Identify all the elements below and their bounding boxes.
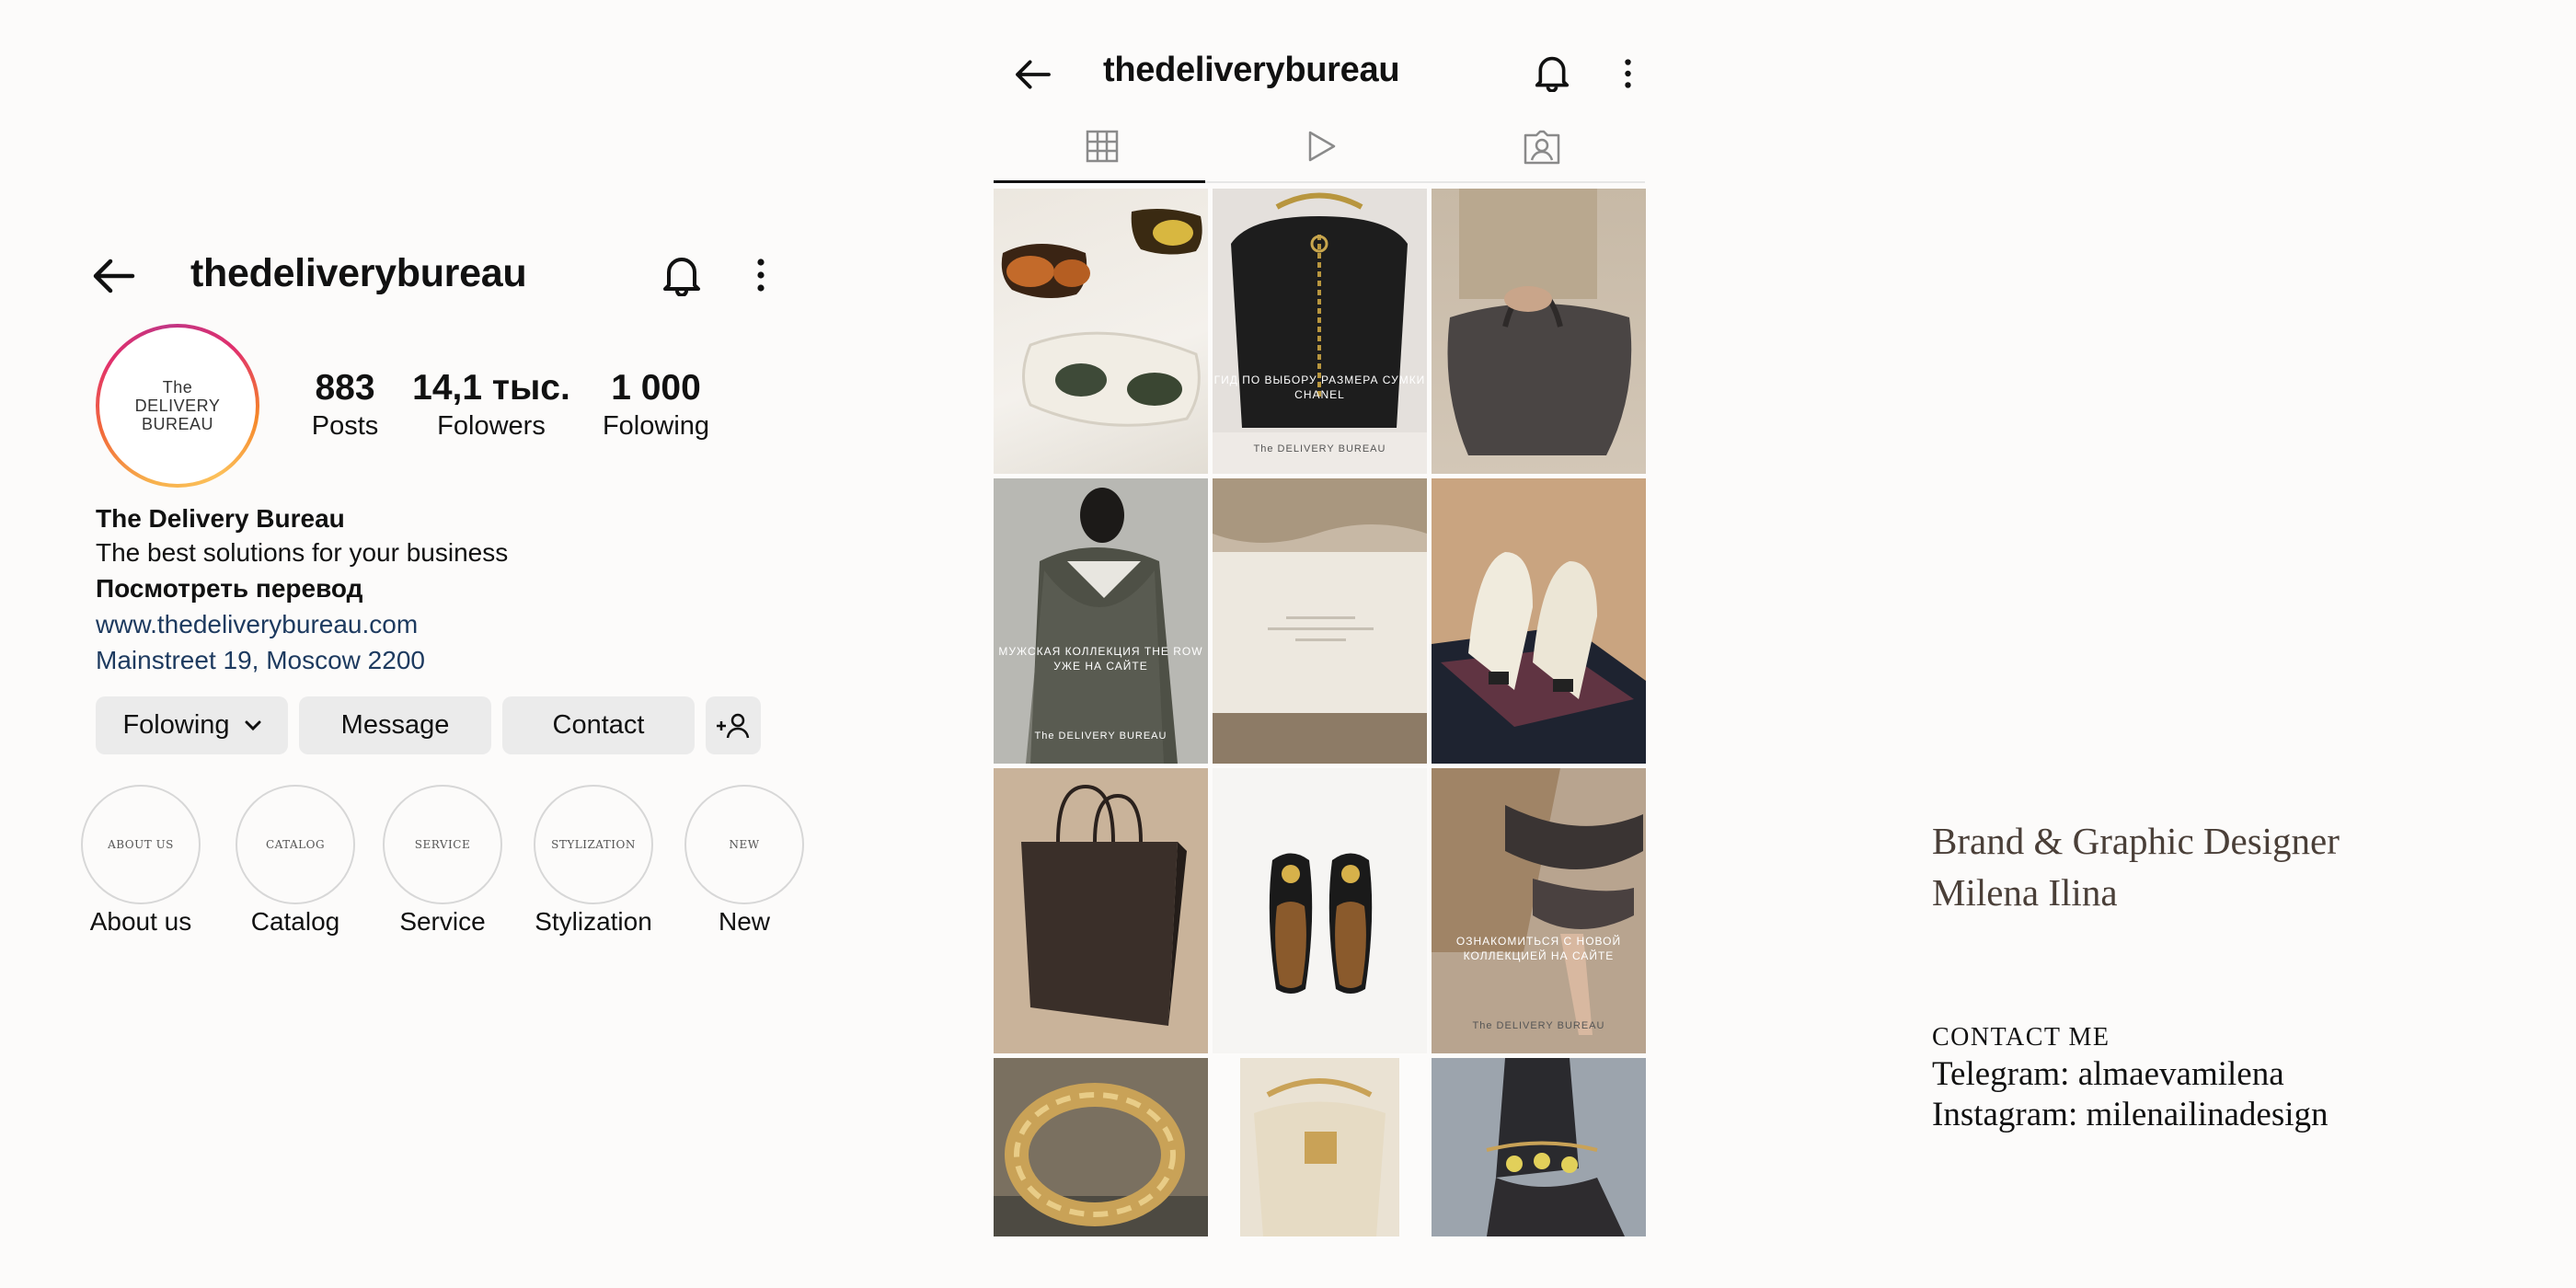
highlight-label: New — [718, 907, 770, 936]
highlight-label: Catalog — [250, 907, 340, 936]
highlight-catalog[interactable]: CATALOG — [236, 785, 355, 904]
chevron-down-icon — [245, 720, 261, 731]
following-button-label: Folowing — [122, 710, 230, 740]
message-button[interactable]: Message — [299, 696, 491, 754]
post-chanel-bag[interactable]: ГИД ПО ВЫБОРУ РАЗМЕРА СУМКИ CHANEL The D… — [1213, 189, 1427, 474]
designer-block: Brand & Graphic Designer Milena Ilina — [1932, 815, 2340, 918]
post-invitation-card[interactable] — [1213, 478, 1427, 764]
avatar-logo-line1: The — [162, 378, 193, 397]
designer-name: Milena Ilina — [1932, 871, 2118, 914]
message-button-label: Message — [340, 710, 450, 740]
post-trench-bag[interactable] — [1432, 189, 1646, 474]
tagged-tab-icon[interactable] — [1524, 130, 1560, 165]
post-brand-text: The DELIVERY BUREAU — [1253, 443, 1386, 454]
bell-icon[interactable] — [1535, 53, 1570, 92]
post-sunglasses[interactable] — [994, 189, 1208, 474]
stat-posts-label: Posts — [311, 411, 379, 441]
post-chanel-heels[interactable] — [1432, 478, 1646, 764]
highlight-cover-text: NEW — [729, 838, 760, 851]
reels-tab-icon[interactable] — [1305, 130, 1338, 163]
instagram-contact[interactable]: Instagram: milenailinadesign — [1932, 1095, 2329, 1135]
stat-followers[interactable]: 14,1 тыс. Folowers — [402, 368, 581, 443]
profile-name: The Delivery Bureau — [96, 504, 345, 533]
highlight-service[interactable]: SERVICE — [383, 785, 502, 904]
translate-link[interactable]: Посмотреть перевод — [96, 571, 362, 606]
highlight-new[interactable]: NEW — [684, 785, 804, 904]
stat-posts-value: 883 — [315, 368, 375, 408]
highlight-label: About us — [89, 907, 192, 936]
stat-posts[interactable]: 883 Posts — [299, 368, 391, 443]
stat-following-value: 1 000 — [611, 368, 701, 408]
stat-following-label: Folowing — [602, 411, 710, 441]
following-button[interactable]: Folowing — [96, 696, 288, 754]
post-overlay-text: МУЖСКАЯ КОЛЛЕКЦИЯ THE ROW УЖЕ НА САЙТЕ — [998, 645, 1203, 673]
highlight-cover-text: CATALOG — [265, 838, 326, 851]
highlight-cover-text: STYLIZATION — [551, 838, 636, 851]
telegram-contact[interactable]: Telegram: almaevamilena — [1932, 1054, 2284, 1095]
add-user-icon — [715, 712, 752, 740]
post-overlay-text: ГИД ПО ВЫБОРУ РАЗМЕРА СУМКИ CHANEL — [1213, 374, 1426, 401]
contact-button[interactable]: Contact — [502, 696, 695, 754]
highlight-stylization[interactable]: STYLIZATION — [534, 785, 653, 904]
highlight-label: Stylization — [535, 907, 652, 936]
highlight-about-us[interactable]: ABOUT US — [81, 785, 201, 904]
post-brand-text: The DELIVERY BUREAU — [1472, 1020, 1605, 1031]
address-link[interactable]: Mainstreet 19, Moscow 2200 — [96, 643, 425, 678]
post-brand-text: The DELIVERY BUREAU — [1034, 730, 1167, 742]
add-user-button[interactable] — [706, 696, 761, 754]
grid-tab-icon[interactable] — [1086, 130, 1119, 163]
more-vertical-icon[interactable] — [1624, 59, 1632, 88]
designer-role: Brand & Graphic Designer — [1932, 820, 2340, 862]
post-shopping-bag[interactable] — [994, 768, 1208, 1053]
avatar-logo-line2: DELIVERY BUREAU — [134, 397, 221, 433]
profile-username: thedeliverybureau — [190, 251, 527, 295]
post-leopard-flats[interactable] — [1213, 768, 1427, 1053]
website-link[interactable]: www.thedeliverybureau.com — [96, 607, 418, 642]
back-arrow-icon[interactable] — [92, 258, 136, 294]
post-anklet[interactable] — [1432, 1058, 1646, 1236]
post-the-row[interactable]: МУЖСКАЯ КОЛЛЕКЦИЯ THE ROW УЖЕ НА САЙТЕ T… — [994, 478, 1208, 764]
post-overlay-text: ОЗНАКОМИТЬСЯ С НОВОЙ КОЛЛЕКЦИЕЙ НА САЙТЕ — [1455, 935, 1622, 962]
post-cream-bag[interactable] — [1240, 1058, 1399, 1236]
contact-heading: CONTACT ME — [1932, 1023, 2110, 1052]
avatar[interactable]: The DELIVERY BUREAU — [96, 324, 259, 488]
highlight-cover-text: SERVICE — [414, 838, 471, 851]
grid-username: thedeliverybureau — [1103, 51, 1400, 89]
highlight-cover-text: ABOUT US — [108, 838, 174, 851]
contact-button-label: Contact — [552, 710, 645, 740]
back-arrow-icon[interactable] — [1014, 59, 1052, 90]
post-new-collection[interactable]: ОЗНАКОМИТЬСЯ С НОВОЙ КОЛЛЕКЦИЕЙ НА САЙТЕ… — [1432, 768, 1646, 1053]
stat-followers-value: 14,1 тыс. — [412, 368, 570, 408]
profile-tagline: The best solutions for your business — [96, 538, 509, 567]
active-tab-indicator — [994, 180, 1205, 183]
post-gold-bracelet[interactable] — [994, 1058, 1208, 1236]
stat-followers-label: Folowers — [437, 411, 546, 441]
bell-icon[interactable] — [662, 254, 701, 296]
highlight-label: Service — [399, 907, 486, 936]
more-vertical-icon[interactable] — [756, 259, 765, 292]
stat-following[interactable]: 1 000 Folowing — [594, 368, 718, 443]
